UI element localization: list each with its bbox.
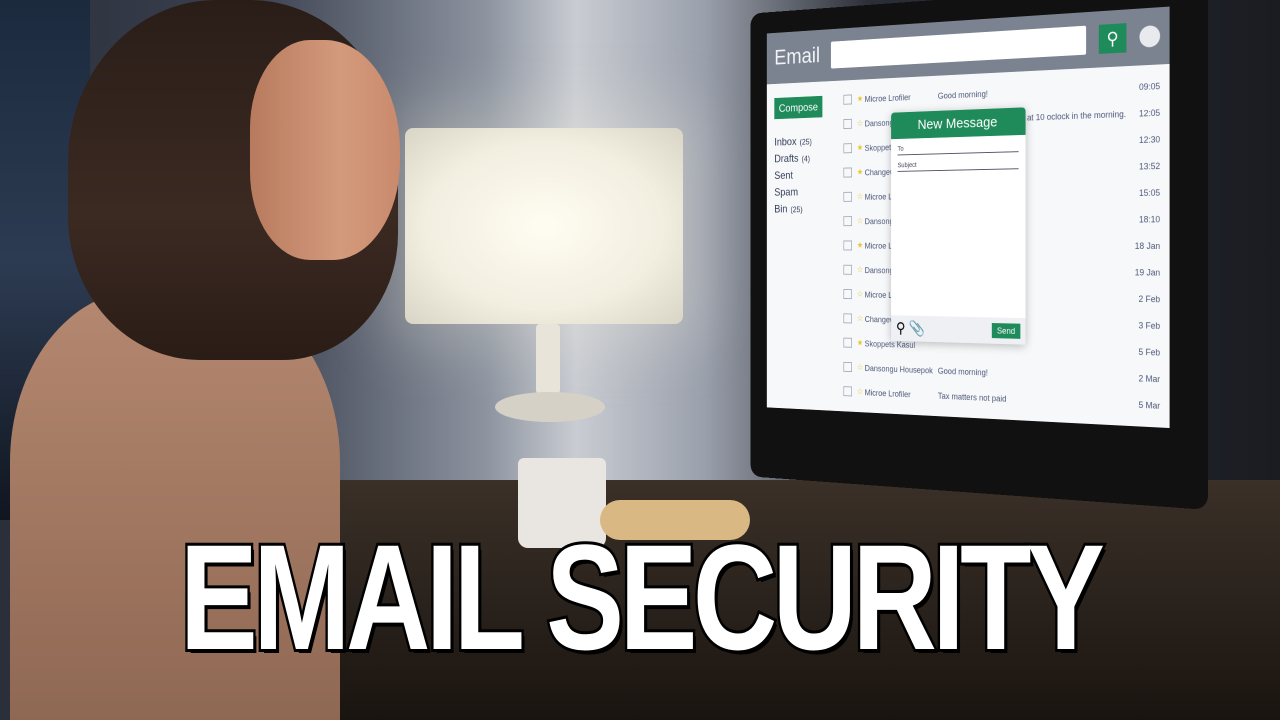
folder-count: (4) [801, 154, 811, 164]
compose-button[interactable]: Compose [774, 95, 823, 120]
timestamp: 13:52 [1138, 160, 1161, 171]
timestamp: 3 Feb [1138, 320, 1161, 331]
subject: Tax matters not paid [937, 390, 1007, 404]
checkbox[interactable] [843, 94, 853, 105]
star-icon[interactable]: ★ [857, 143, 865, 153]
subject: Good morning! [937, 88, 988, 101]
timestamp: 2 Mar [1138, 372, 1161, 384]
sender: Dansongu Housepok [864, 363, 933, 375]
timestamp: 12:30 [1138, 133, 1161, 145]
folder-sidebar: Compose Inbox (25) Drafts (4) Sent Spam Bin (25… [774, 88, 843, 404]
sender: Microe Lrofiler [864, 387, 911, 399]
search-input[interactable] [830, 25, 1087, 69]
star-icon[interactable]: ☆ [857, 314, 865, 324]
checkbox[interactable] [843, 386, 853, 397]
folder-count: (25) [799, 137, 812, 147]
lamp-stem [536, 324, 560, 394]
star-icon[interactable]: ★ [857, 240, 865, 250]
checkbox[interactable] [843, 216, 853, 227]
folder-label: Sent [774, 168, 793, 182]
folder-item[interactable]: Sent [774, 168, 843, 182]
folder-item[interactable]: Inbox (25) [774, 134, 843, 149]
checkbox[interactable] [843, 143, 853, 154]
folder-item[interactable]: Bin (25) [774, 202, 843, 215]
send-button[interactable]: Send [991, 323, 1021, 339]
star-icon[interactable]: ☆ [857, 192, 865, 202]
timestamp: 09:05 [1138, 80, 1161, 92]
folder-item[interactable]: Drafts (4) [774, 151, 843, 165]
star-icon[interactable]: ☆ [857, 289, 865, 299]
folder-label: Drafts [774, 151, 799, 165]
folder-label: Bin [774, 202, 788, 216]
star-icon[interactable]: ☆ [857, 216, 865, 226]
checkbox[interactable] [843, 167, 853, 178]
timestamp: 5 Mar [1138, 399, 1161, 411]
folder-count: (25) [790, 205, 803, 215]
checkbox[interactable] [843, 337, 853, 348]
checkbox[interactable] [843, 313, 853, 324]
checkbox[interactable] [843, 361, 853, 373]
search-icon[interactable]: ⚲ [1098, 23, 1127, 54]
checkbox[interactable] [843, 240, 853, 251]
timestamp: 18:10 [1138, 213, 1161, 224]
lamp-base [495, 392, 605, 422]
monitor: Email ⚲ Compose Inbox (25) Drafts (4) Sent Sp… [750, 0, 1208, 510]
search-icon[interactable]: ⚲ [896, 319, 906, 338]
star-icon[interactable]: ☆ [857, 387, 865, 397]
avatar[interactable] [1139, 24, 1161, 48]
dialog-footer: ⚲ 📎 Send [891, 315, 1026, 345]
email-client: Email ⚲ Compose Inbox (25) Drafts (4) Sent Sp… [766, 6, 1170, 429]
star-icon[interactable]: ★ [857, 94, 865, 104]
sender: Microe Lrofiler [864, 92, 911, 104]
new-message-dialog: New Message To Subject ⚲ 📎 Send [891, 107, 1026, 345]
timestamp: 2 Feb [1138, 293, 1161, 304]
checkbox[interactable] [843, 118, 853, 130]
timestamp: 18 Jan [1134, 240, 1161, 251]
checkbox[interactable] [843, 191, 853, 202]
star-icon[interactable]: ☆ [857, 362, 865, 372]
folder-item[interactable]: Spam [774, 185, 843, 199]
subject: Good morning! [937, 365, 988, 377]
subject [938, 345, 1127, 351]
subject-field[interactable]: Subject [897, 159, 1019, 172]
timestamp: 5 Feb [1138, 346, 1161, 357]
star-icon[interactable]: ☆ [857, 265, 865, 275]
person-face [250, 40, 400, 260]
star-icon[interactable]: ★ [857, 338, 865, 348]
attachment-icon[interactable]: 📎 [909, 319, 925, 338]
lamp-shade [405, 128, 683, 324]
timestamp: 19 Jan [1134, 267, 1161, 278]
checkbox[interactable] [843, 289, 853, 300]
star-icon[interactable]: ★ [857, 167, 865, 177]
timestamp: 12:05 [1138, 107, 1161, 118]
dialog-title: New Message [891, 107, 1026, 140]
headline-title: EMAIL SECURITY [177, 513, 1107, 681]
to-field[interactable]: To [897, 142, 1019, 156]
checkbox[interactable] [843, 264, 853, 275]
folder-label: Inbox [774, 135, 797, 149]
app-title: Email [774, 43, 821, 70]
timestamp: 15:05 [1138, 187, 1161, 198]
folder-label: Spam [774, 185, 799, 199]
star-icon[interactable]: ☆ [857, 118, 865, 128]
